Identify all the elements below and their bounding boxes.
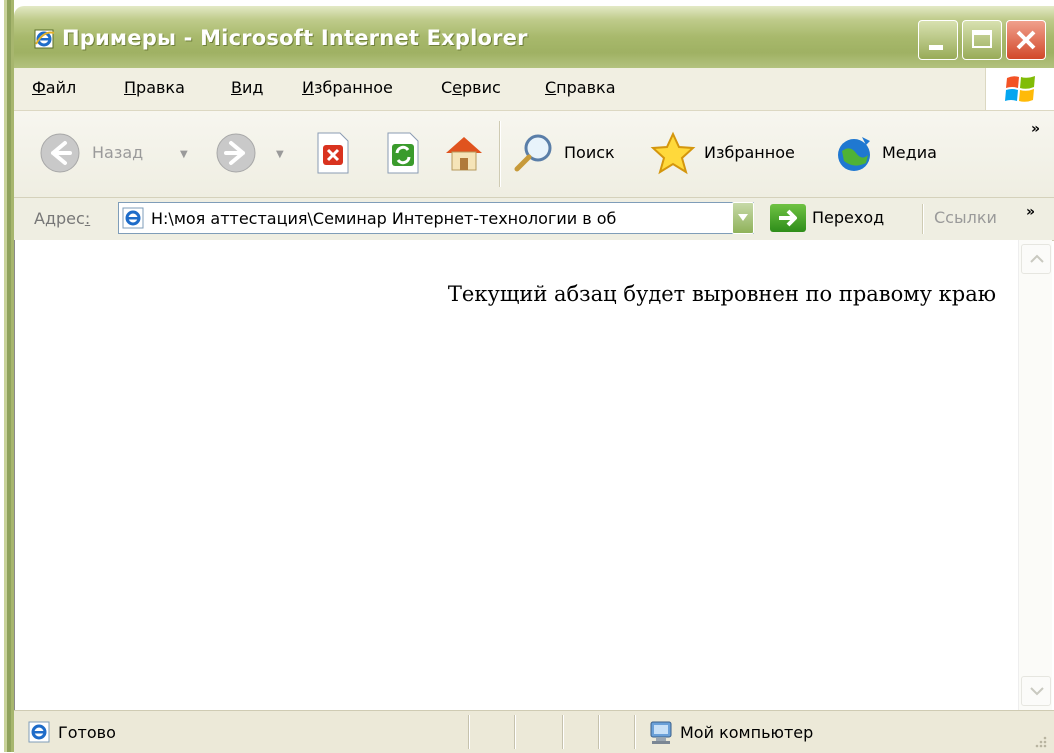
back-dropdown-icon[interactable]: ▼	[180, 149, 188, 160]
address-separator	[922, 204, 923, 234]
status-divider	[514, 715, 515, 749]
toolbar-separator	[499, 121, 500, 187]
title-bar[interactable]: Примеры - Microsoft Internet Explorer	[14, 6, 1054, 68]
maximize-button[interactable]	[962, 20, 1002, 60]
status-text: Готово	[58, 723, 116, 742]
standard-toolbar: Назад ▼ ▼ Поиск Избранное Медиа »	[14, 111, 1054, 198]
status-bar: Готово Мой компьютер	[14, 710, 1054, 753]
menu-favorites[interactable]: Избранное	[302, 78, 393, 97]
search-icon	[514, 134, 552, 172]
menu-file[interactable]: Файл	[32, 78, 76, 97]
menu-view[interactable]: Вид	[231, 78, 263, 97]
links-more-chevron[interactable]: »	[1026, 204, 1035, 220]
go-arrow-icon	[779, 209, 797, 227]
menu-tools[interactable]: Сервис	[441, 78, 501, 97]
search-button[interactable]: Поиск	[512, 129, 638, 177]
windows-flag-icon	[1005, 76, 1035, 102]
back-button[interactable]: Назад	[38, 129, 172, 177]
home-button[interactable]	[442, 129, 486, 177]
address-value: H:\моя аттестация\Семинар Интернет-техно…	[151, 209, 617, 228]
forward-arrow-icon	[216, 133, 256, 173]
media-globe-icon	[838, 137, 870, 171]
browser-window: Примеры - Microsoft Internet Explorer Фа…	[0, 0, 1054, 753]
address-label: Адрес:	[34, 209, 91, 228]
address-bar: Адрес: H:\моя аттестация\Семинар Интерне…	[14, 198, 1054, 241]
go-button[interactable]	[770, 204, 806, 232]
favorites-label: Избранное	[704, 143, 795, 162]
vertical-scrollbar[interactable]	[1018, 240, 1052, 710]
right-aligned-paragraph: Текущий абзац будет выровнен по правому …	[447, 282, 996, 306]
ie-logo-icon	[34, 29, 55, 49]
go-label[interactable]: Переход	[812, 208, 884, 227]
address-input[interactable]: H:\моя аттестация\Семинар Интернет-техно…	[118, 202, 754, 234]
window-title: Примеры - Microsoft Internet Explorer	[62, 26, 528, 50]
status-divider	[598, 715, 599, 749]
home-icon	[446, 137, 482, 171]
page-ie-icon	[122, 207, 144, 229]
refresh-button[interactable]	[382, 129, 422, 177]
forward-button[interactable]	[214, 129, 262, 177]
favorites-button[interactable]: Избранное	[650, 129, 818, 177]
status-divider	[634, 715, 635, 749]
menu-help[interactable]: Справка	[545, 78, 616, 97]
chevron-up-icon	[1030, 254, 1044, 263]
scroll-up-button[interactable]	[1021, 244, 1051, 274]
resize-grip-icon[interactable]	[1032, 733, 1048, 749]
media-button[interactable]: Медиа	[834, 129, 964, 177]
page-content: Текущий абзац будет выровнен по правому …	[14, 240, 1018, 710]
status-divider	[468, 715, 469, 749]
search-label: Поиск	[564, 143, 615, 162]
security-zone-text: Мой компьютер	[680, 723, 814, 742]
scroll-down-button[interactable]	[1021, 676, 1051, 706]
back-label: Назад	[92, 143, 144, 162]
close-button[interactable]	[1006, 20, 1046, 60]
menu-bar: Файл Правка Вид Избранное Сервис Справка	[14, 68, 1054, 111]
back-arrow-icon	[40, 133, 80, 173]
star-icon	[650, 131, 696, 175]
forward-dropdown-icon[interactable]: ▼	[276, 149, 284, 160]
links-label[interactable]: Ссылки	[934, 208, 997, 227]
media-label: Медиа	[882, 143, 937, 162]
menu-edit[interactable]: Правка	[124, 78, 185, 97]
windows-logo	[985, 68, 1054, 110]
minimize-button[interactable]	[918, 20, 958, 60]
status-divider	[562, 715, 563, 749]
page-ie-icon	[28, 721, 50, 743]
close-icon	[1016, 30, 1036, 50]
chevron-down-icon	[1030, 687, 1044, 696]
window-frame-left	[0, 0, 14, 752]
my-computer-icon	[650, 721, 672, 744]
refresh-icon	[387, 132, 419, 174]
address-dropdown-button[interactable]	[732, 202, 754, 234]
stop-button[interactable]	[312, 129, 352, 177]
toolbar-more-chevron[interactable]: »	[1031, 121, 1040, 137]
stop-icon	[317, 132, 349, 174]
